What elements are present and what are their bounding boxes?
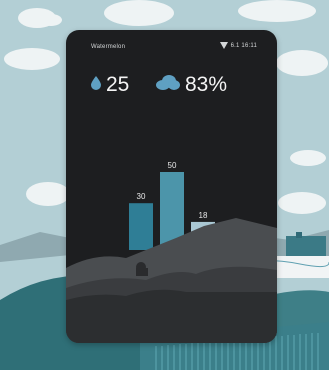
phone-screen: Watermelon 6.1 16:11 25 83% 30 50 18 [66,30,277,343]
chart-bar [129,203,153,250]
bar-chart: 30 50 18 [66,161,277,343]
bar-value-label: 18 [199,211,208,220]
bar-value-label: 30 [137,192,146,201]
ground-silhouette [66,289,277,343]
bar-value-label: 50 [168,161,177,170]
